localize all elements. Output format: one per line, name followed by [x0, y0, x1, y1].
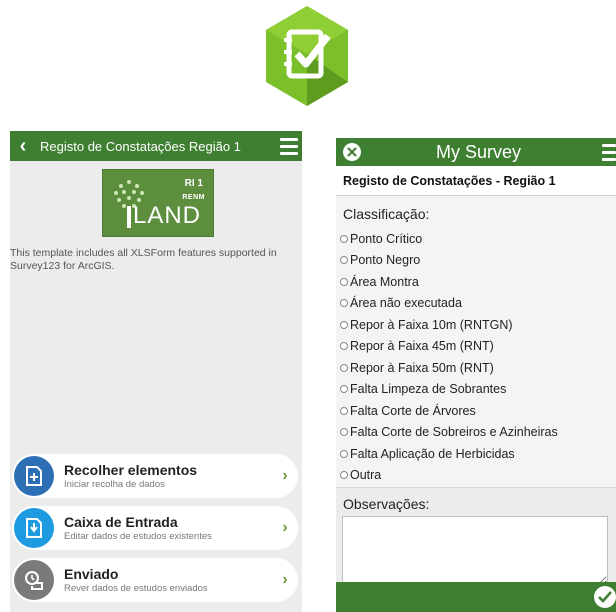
radio-icon[interactable]: [340, 342, 348, 351]
radio-icon[interactable]: [340, 363, 348, 372]
option-label: Área Montra: [350, 274, 419, 289]
radio-option[interactable]: Falta Aplicação de Herbicidas: [340, 443, 616, 465]
land-logo: RI 1 RENM LAND: [102, 169, 214, 237]
survey-form-title: Registo de Constatações - Região 1: [336, 166, 616, 196]
survey-form-screen: My Survey Registo de Constatações - Regi…: [336, 138, 616, 612]
chevron-right-icon: ›: [282, 467, 288, 484]
option-label: Falta Corte de Sobreiros e Azinheiras: [350, 425, 558, 440]
sent-icon: [14, 560, 54, 600]
option-label: Área não executada: [350, 296, 462, 311]
survey-home-screen: ‹ Registo de Constatações Região 1 RI 1 …: [10, 131, 302, 612]
radio-icon[interactable]: [340, 449, 348, 458]
radio-icon[interactable]: [340, 471, 348, 480]
radio-option[interactable]: Ponto Negro: [340, 250, 616, 272]
survey123-app-icon: [262, 4, 352, 108]
collect-icon: [14, 456, 54, 496]
chevron-right-icon: ›: [282, 571, 288, 588]
option-label: Repor à Faixa 50m (RNT): [350, 360, 494, 375]
logo-subtext: RENM: [182, 194, 205, 201]
radio-icon[interactable]: [340, 320, 348, 329]
radio-option[interactable]: Repor à Faixa 10m (RNTGN): [340, 314, 616, 336]
radio-option[interactable]: Área Montra: [340, 271, 616, 293]
left-header-bar: ‹ Registo de Constatações Região 1: [10, 131, 302, 161]
radio-option[interactable]: Falta Corte de Sobreiros e Azinheiras: [340, 422, 616, 444]
bottom-bar: [336, 582, 616, 612]
radio-icon[interactable]: [340, 428, 348, 437]
chevron-left-icon[interactable]: ‹: [10, 131, 36, 161]
option-label: Repor à Faixa 10m (RNTGN): [350, 317, 513, 332]
inbox-icon: [14, 508, 54, 548]
observations-label: Observações:: [343, 496, 430, 512]
observations-textarea[interactable]: [342, 516, 608, 586]
template-description: This template includes all XLSForm featu…: [10, 247, 277, 272]
radio-option[interactable]: Área não executada: [340, 293, 616, 315]
logo-badge: RI 1: [184, 178, 203, 189]
radio-icon[interactable]: [340, 234, 348, 243]
option-label: Ponto Crítico: [350, 231, 423, 246]
inbox-button[interactable]: Caixa de Entrada Editar dados de estudos…: [12, 506, 298, 550]
survey-header-title: My Survey: [435, 141, 522, 162]
hamburger-menu-icon[interactable]: [596, 143, 616, 161]
option-label: Falta Limpeza de Sobrantes: [350, 382, 507, 397]
sent-sub: Rever dados de estudos enviados: [64, 582, 208, 594]
hamburger-menu-icon[interactable]: [276, 137, 302, 155]
radio-option[interactable]: Repor à Faixa 45m (RNT): [340, 336, 616, 358]
inbox-sub: Editar dados de estudos existentes: [64, 530, 212, 542]
radio-option[interactable]: Falta Corte de Árvores: [340, 400, 616, 422]
classification-label: Classificação:: [343, 206, 430, 222]
radio-icon[interactable]: [340, 256, 348, 265]
logo-word: LAND: [132, 202, 201, 229]
radio-option[interactable]: Ponto Crítico: [340, 228, 616, 250]
option-label: Repor à Faixa 45m (RNT): [350, 339, 494, 354]
sent-label: Enviado: [64, 565, 119, 582]
close-icon[interactable]: [343, 143, 361, 161]
collect-sub: Iniciar recolha de dados: [64, 478, 165, 490]
inbox-label: Caixa de Entrada: [64, 513, 178, 530]
radio-option[interactable]: Repor à Faixa 50m (RNT): [340, 357, 616, 379]
collect-button[interactable]: Recolher elementos Iniciar recolha de da…: [12, 454, 298, 498]
right-header-bar: My Survey: [336, 138, 616, 166]
radio-icon[interactable]: [340, 385, 348, 394]
chevron-right-icon: ›: [282, 519, 288, 536]
checkmark-icon[interactable]: [594, 586, 616, 608]
option-label: Outra: [350, 468, 382, 483]
radio-option[interactable]: Falta Limpeza de Sobrantes: [340, 379, 616, 401]
option-label: Falta Corte de Árvores: [350, 403, 476, 418]
option-label: Ponto Negro: [350, 253, 421, 268]
radio-icon[interactable]: [340, 277, 348, 286]
left-header-title: Registo de Constatações Região 1: [40, 138, 241, 154]
option-label: Falta Aplicação de Herbicidas: [350, 446, 515, 461]
radio-icon[interactable]: [340, 299, 348, 308]
classification-options: Ponto Crítico Ponto Negro Área Montra Ár…: [340, 228, 616, 486]
radio-option[interactable]: Outra: [340, 465, 616, 487]
collect-label: Recolher elementos: [64, 461, 198, 478]
radio-icon[interactable]: [340, 406, 348, 415]
sent-button[interactable]: Enviado Rever dados de estudos enviados …: [12, 558, 298, 602]
